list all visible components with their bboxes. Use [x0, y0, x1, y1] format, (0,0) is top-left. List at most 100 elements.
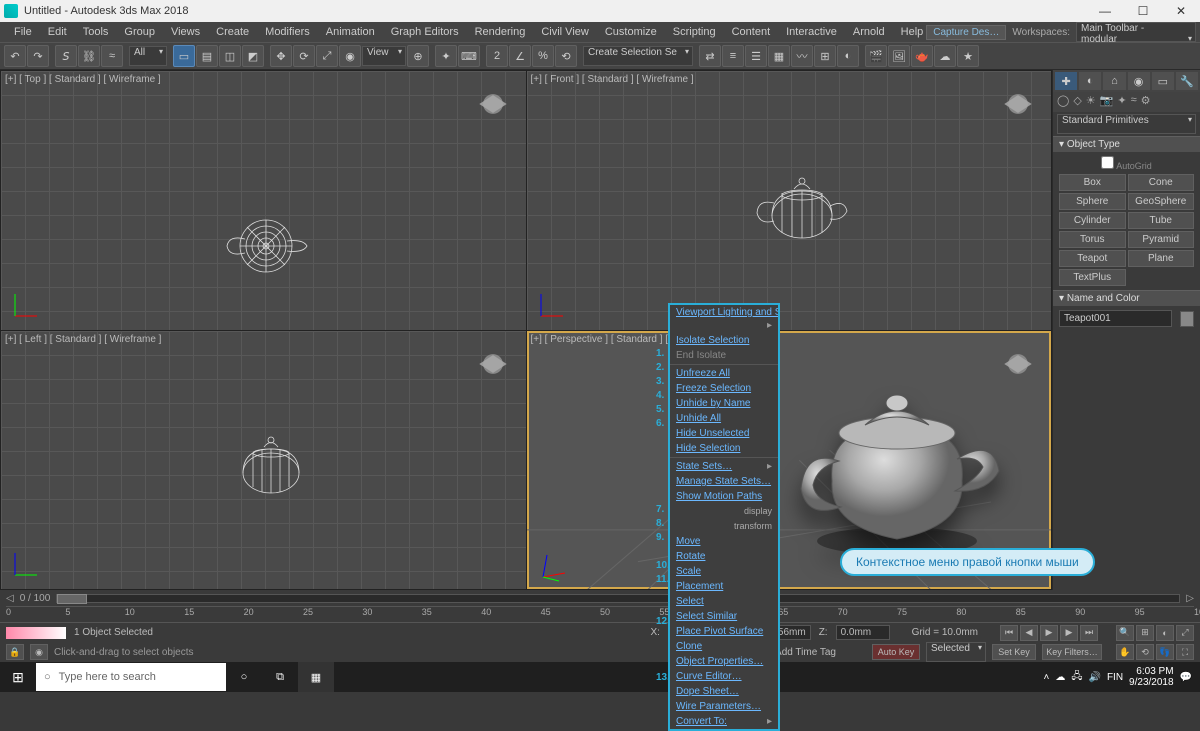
- goto-start-button[interactable]: ⏮: [1000, 625, 1018, 641]
- nav-zoom-button[interactable]: 🔍: [1116, 625, 1134, 641]
- system-tray[interactable]: ˄ ☁ 🖧 🔊 FIN 6:03 PM9/23/2018 💬: [1043, 666, 1200, 688]
- nav-extents-button[interactable]: ⤢: [1176, 625, 1194, 641]
- geosphere-button[interactable]: GeoSphere: [1128, 193, 1195, 210]
- prev-frame-button[interactable]: ◀: [1020, 625, 1038, 641]
- pivot-center-button[interactable]: ⊕: [407, 45, 429, 67]
- unlink-button[interactable]: ⛓: [78, 45, 100, 67]
- add-time-tag[interactable]: Add Time Tag: [775, 647, 836, 658]
- context-item[interactable]: Convert To:: [670, 714, 778, 729]
- context-item[interactable]: Rotate: [670, 549, 778, 564]
- display-tab[interactable]: ▭: [1152, 72, 1174, 90]
- close-button[interactable]: ✕: [1162, 0, 1200, 22]
- hierarchy-tab[interactable]: ⌂: [1103, 72, 1125, 90]
- open-autodesk-button[interactable]: ★: [957, 45, 979, 67]
- cameras-icon[interactable]: 📷: [1100, 94, 1114, 110]
- angle-snap-button[interactable]: ∠: [509, 45, 531, 67]
- cortana-icon[interactable]: ○: [226, 662, 262, 692]
- menu-tools[interactable]: Tools: [75, 24, 117, 40]
- autokey-button[interactable]: Auto Key: [872, 644, 920, 660]
- menu-modifiers[interactable]: Modifiers: [257, 24, 318, 40]
- primitive-category-dropdown[interactable]: Standard Primitives: [1057, 114, 1196, 134]
- render-online-button[interactable]: ☁: [934, 45, 956, 67]
- viewcube-icon[interactable]: [476, 87, 510, 121]
- teapot-top-wireframe[interactable]: [221, 211, 311, 281]
- bind-spacewarp-button[interactable]: ≈: [101, 45, 123, 67]
- coord-z[interactable]: 0.0mm: [836, 625, 890, 640]
- utilities-tab[interactable]: 🔧: [1176, 72, 1198, 90]
- context-item[interactable]: State Sets…: [670, 459, 778, 474]
- lock-selection-button[interactable]: 🔒: [6, 644, 24, 660]
- menu-edit[interactable]: Edit: [40, 24, 75, 40]
- select-place-button[interactable]: ◉: [339, 45, 361, 67]
- context-item[interactable]: Unhide All: [670, 411, 778, 426]
- select-region-button[interactable]: ◫: [219, 45, 241, 67]
- name-color-header[interactable]: ▾ Name and Color: [1053, 290, 1200, 306]
- spacewarps-icon[interactable]: ≈: [1131, 94, 1137, 110]
- viewport-front[interactable]: [+] [ Front ] [ Standard ] [ Wireframe ]: [527, 71, 1052, 330]
- teapot-front-wireframe[interactable]: [752, 171, 852, 241]
- menu-animation[interactable]: Animation: [318, 24, 383, 40]
- selection-filter-dropdown[interactable]: All: [129, 46, 167, 66]
- select-move-button[interactable]: ✥: [270, 45, 292, 67]
- context-item[interactable]: Freeze Selection: [670, 381, 778, 396]
- context-item[interactable]: Move: [670, 534, 778, 549]
- box-button[interactable]: Box: [1059, 174, 1126, 191]
- task-view-icon[interactable]: ⧉: [262, 662, 298, 692]
- teapot-shaded[interactable]: [787, 371, 1007, 561]
- viewcube-icon[interactable]: [476, 347, 510, 381]
- plane-button[interactable]: Plane: [1128, 250, 1195, 267]
- nav-maximize-button[interactable]: ⛶: [1176, 644, 1194, 660]
- context-item[interactable]: Unfreeze All: [670, 366, 778, 381]
- curve-editor-button[interactable]: 〰: [791, 45, 813, 67]
- toggle-ribbon-button[interactable]: ▦: [768, 45, 790, 67]
- sphere-button[interactable]: Sphere: [1059, 193, 1126, 210]
- ref-coord-dropdown[interactable]: View: [362, 46, 406, 66]
- keyfilters-button[interactable]: Key Filters…: [1042, 644, 1102, 660]
- tray-volume-icon[interactable]: 🔊: [1088, 672, 1100, 683]
- viewcube-icon[interactable]: [1001, 87, 1035, 121]
- teapot-button[interactable]: Teapot: [1059, 250, 1126, 267]
- mirror-button[interactable]: ⇄: [699, 45, 721, 67]
- select-object-button[interactable]: ▭: [173, 45, 195, 67]
- redo-button[interactable]: ↷: [27, 45, 49, 67]
- context-item[interactable]: Unhide by Name: [670, 396, 778, 411]
- tray-lang[interactable]: FIN: [1107, 672, 1123, 683]
- cylinder-button[interactable]: Cylinder: [1059, 212, 1126, 229]
- menu-group[interactable]: Group: [116, 24, 163, 40]
- rendered-frame-button[interactable]: 🖼: [888, 45, 910, 67]
- render-button[interactable]: 🫖: [911, 45, 933, 67]
- percent-snap-button[interactable]: %: [532, 45, 554, 67]
- menu-content[interactable]: Content: [724, 24, 779, 40]
- menu-grapheditors[interactable]: Graph Editors: [383, 24, 467, 40]
- context-item[interactable]: Hide Unselected: [670, 426, 778, 441]
- pyramid-button[interactable]: Pyramid: [1128, 231, 1195, 248]
- cone-button[interactable]: Cone: [1128, 174, 1195, 191]
- textplus-button[interactable]: TextPlus: [1059, 269, 1126, 286]
- material-editor-button[interactable]: ◐: [837, 45, 859, 67]
- keymode-dropdown[interactable]: Selected: [926, 642, 986, 662]
- nav-walk-button[interactable]: 👣: [1156, 644, 1174, 660]
- create-tab[interactable]: ✚: [1055, 72, 1077, 90]
- start-button[interactable]: ⊞: [0, 662, 36, 692]
- nav-zoom-all-button[interactable]: ⊞: [1136, 625, 1154, 641]
- shapes-icon[interactable]: ◇: [1073, 94, 1081, 110]
- menu-customize[interactable]: Customize: [597, 24, 665, 40]
- viewport-top[interactable]: [+] [ Top ] [ Standard ] [ Wireframe ]: [1, 71, 526, 330]
- keyboard-shortcut-button[interactable]: ⌨: [458, 45, 480, 67]
- context-item[interactable]: Manage State Sets…: [670, 474, 778, 489]
- context-item[interactable]: Curve Editor…: [670, 669, 778, 684]
- named-selection-dropdown[interactable]: Create Selection Se: [583, 46, 693, 66]
- teapot-left-wireframe[interactable]: [231, 431, 311, 496]
- context-item[interactable]: Isolate Selection: [670, 333, 778, 348]
- snaps-toggle-button[interactable]: 2: [486, 45, 508, 67]
- menu-views[interactable]: Views: [163, 24, 208, 40]
- menu-file[interactable]: File: [6, 24, 40, 40]
- object-color-swatch[interactable]: [1180, 311, 1194, 327]
- context-item[interactable]: Placement: [670, 579, 778, 594]
- context-item[interactable]: Dope Sheet…: [670, 684, 778, 699]
- capture-button[interactable]: Capture Des…: [926, 25, 1006, 40]
- context-item[interactable]: Clone: [670, 639, 778, 654]
- undo-button[interactable]: ↶: [4, 45, 26, 67]
- workspace-dropdown[interactable]: Main Toolbar - modular: [1076, 22, 1196, 42]
- link-button[interactable]: 𝘚: [55, 45, 77, 67]
